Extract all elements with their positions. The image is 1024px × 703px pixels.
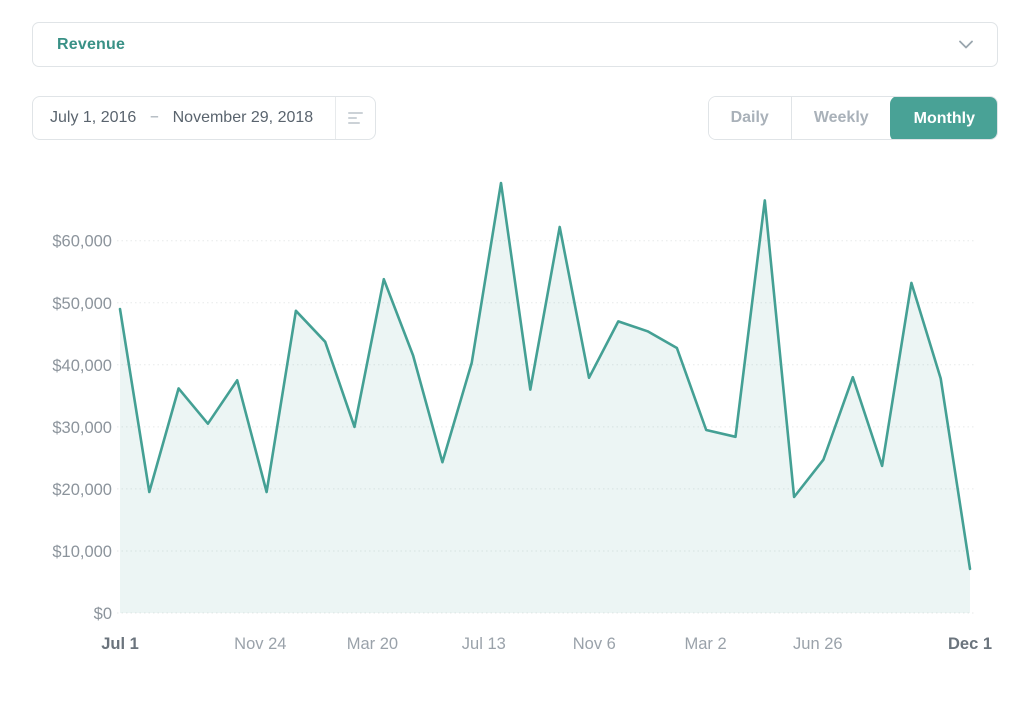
- revenue-dashboard: Revenue July 1, 2016 – November 29, 2018…: [0, 0, 1024, 703]
- interval-monthly-button[interactable]: Monthly: [890, 96, 998, 140]
- date-range-start: July 1, 2016: [50, 109, 136, 127]
- y-axis-tick: $0: [94, 605, 112, 623]
- chart-area-fill: [120, 183, 970, 613]
- interval-toggle: Daily Weekly Monthly: [708, 96, 998, 140]
- date-presets-button[interactable]: [335, 97, 375, 139]
- y-axis-tick: $40,000: [52, 357, 112, 375]
- y-axis-tick: $20,000: [52, 481, 112, 499]
- y-axis-tick: $60,000: [52, 233, 112, 251]
- metric-select-value: Revenue: [57, 36, 125, 54]
- x-axis-tick: Jul 1: [101, 635, 139, 653]
- interval-weekly-button[interactable]: Weekly: [791, 97, 891, 139]
- x-axis-tick: Mar 2: [685, 635, 727, 653]
- x-axis-tick: Dec 1: [948, 635, 992, 653]
- y-axis-tick: $10,000: [52, 543, 112, 561]
- interval-daily-button[interactable]: Daily: [709, 97, 791, 139]
- chevron-down-icon: [959, 40, 973, 49]
- y-axis-tick: $50,000: [52, 295, 112, 313]
- metric-select[interactable]: Revenue: [32, 22, 998, 67]
- date-range-picker[interactable]: July 1, 2016 – November 29, 2018: [32, 96, 376, 140]
- x-axis-tick: Nov 6: [573, 635, 616, 653]
- date-range-values[interactable]: July 1, 2016 – November 29, 2018: [33, 97, 335, 139]
- revenue-chart-svg[interactable]: $0 $10,000 $20,000 $30,000 $40,000 $50,000 $60…: [0, 170, 1024, 670]
- date-range-separator: –: [150, 108, 158, 125]
- x-axis-tick: Nov 24: [234, 635, 286, 653]
- list-lines-icon: [348, 109, 363, 127]
- x-axis-tick: Jun 26: [793, 635, 843, 653]
- y-axis-tick: $30,000: [52, 419, 112, 437]
- date-range-end: November 29, 2018: [173, 109, 314, 127]
- x-axis-tick: Mar 20: [347, 635, 398, 653]
- x-axis-tick: Jul 13: [462, 635, 506, 653]
- revenue-chart[interactable]: $0 $10,000 $20,000 $30,000 $40,000 $50,000 $60…: [0, 170, 1024, 670]
